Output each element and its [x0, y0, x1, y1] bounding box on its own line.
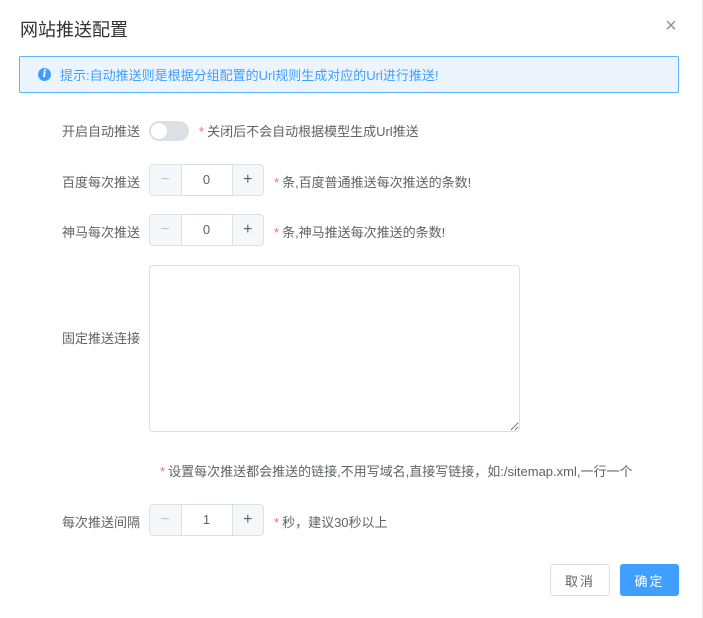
required-star: * — [274, 515, 280, 530]
hint-text: 设置每次推送都会推送的链接,不用写域名,直接写链接，如:/sitemap.xml… — [168, 464, 633, 479]
interval-plus-button[interactable]: + — [231, 505, 263, 535]
hint-text: 条,神马推送每次推送的条数! — [282, 225, 446, 240]
shenma-label: 神马每次推送 — [61, 225, 140, 240]
info-icon: i — [38, 68, 51, 81]
auto-push-hint: * 关闭后不会自动根据模型生成Url推送 — [199, 121, 419, 140]
shenma-hint: * 条,神马推送每次推送的条数! — [274, 222, 445, 241]
switch-knob — [151, 123, 167, 139]
fixed-links-label: 固定推送连接 — [61, 331, 140, 346]
close-icon[interactable]: × — [660, 16, 682, 38]
hint-text: 关闭后不会自动根据模型生成Url推送 — [207, 124, 419, 139]
hint-text: 条,百度普通推送每次推送的条数! — [282, 175, 472, 190]
shenma-plus-button[interactable]: + — [231, 215, 263, 245]
dialog-title: 网站推送配置 — [20, 20, 128, 40]
interval-minus-button[interactable]: − — [150, 505, 182, 535]
alert-text: 提示:自动推送则是根据分组配置的Url规则生成对应的Url进行推送! — [60, 68, 439, 83]
interval-stepper: − + — [149, 504, 264, 536]
confirm-button[interactable]: 确定 — [620, 564, 679, 596]
interval-hint: * 秒，建议30秒以上 — [274, 512, 388, 531]
fixed-links-hint: * 设置每次推送都会推送的链接,不用写域名,直接写链接，如:/sitemap.xm… — [160, 461, 632, 480]
baidu-minus-button[interactable]: − — [150, 165, 182, 195]
auto-push-label: 开启自动推送 — [61, 124, 140, 139]
interval-seconds-input[interactable] — [181, 505, 232, 535]
hint-text: 秒，建议30秒以上 — [282, 515, 388, 530]
info-alert: i 提示:自动推送则是根据分组配置的Url规则生成对应的Url进行推送! — [19, 56, 679, 93]
shenma-count-input[interactable] — [181, 215, 232, 245]
shenma-minus-button[interactable]: − — [150, 215, 182, 245]
required-star: * — [274, 175, 280, 190]
auto-push-switch[interactable] — [149, 121, 189, 141]
required-star: * — [274, 225, 280, 240]
cancel-button[interactable]: 取消 — [550, 564, 610, 596]
interval-label: 每次推送间隔 — [61, 515, 140, 530]
fixed-links-textarea[interactable] — [149, 265, 520, 432]
push-config-dialog: 网站推送配置 × i 提示:自动推送则是根据分组配置的Url规则生成对应的Url… — [0, 0, 703, 618]
required-star: * — [199, 124, 205, 139]
required-star: * — [160, 464, 166, 479]
baidu-stepper: − + — [149, 164, 264, 196]
baidu-label: 百度每次推送 — [61, 175, 140, 190]
shenma-stepper: − + — [149, 214, 264, 246]
baidu-hint: * 条,百度普通推送每次推送的条数! — [274, 172, 471, 191]
baidu-plus-button[interactable]: + — [231, 165, 263, 195]
baidu-count-input[interactable] — [181, 165, 232, 195]
